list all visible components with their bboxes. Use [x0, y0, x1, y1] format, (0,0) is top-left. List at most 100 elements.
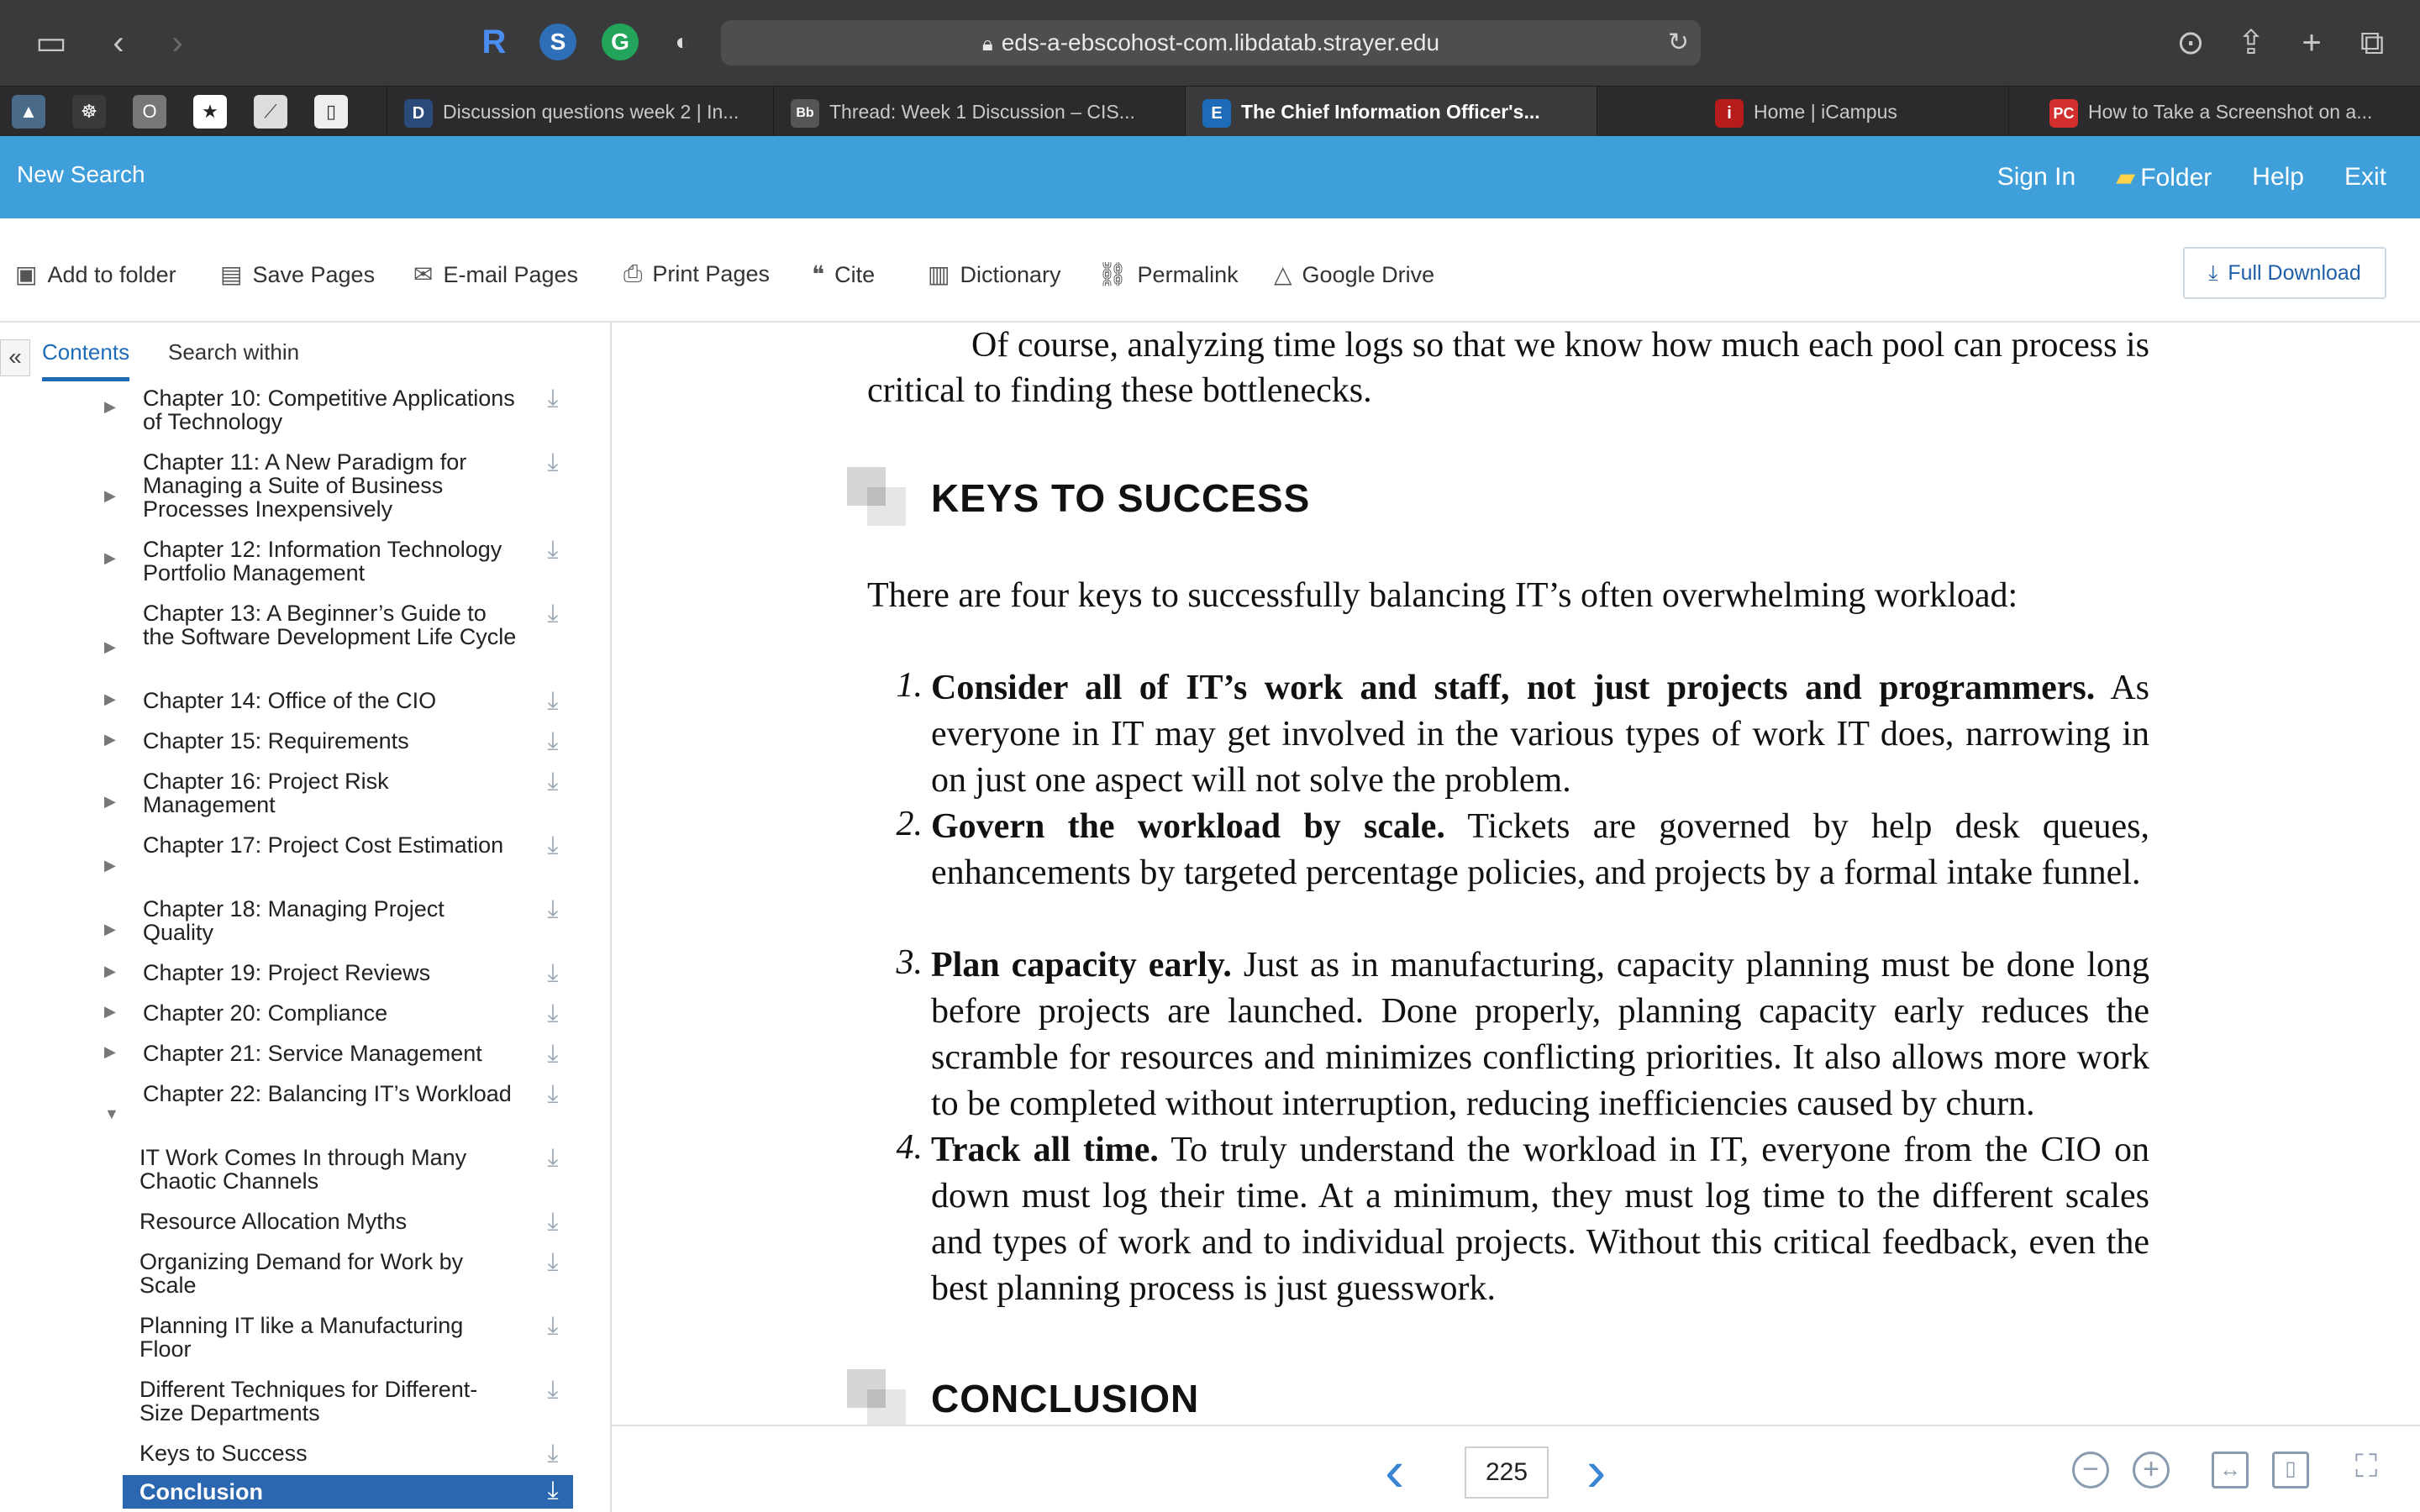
expand-arrow-icon[interactable]: ▶ — [104, 731, 116, 748]
toc-item[interactable]: ▼ Chapter 22: Balancing IT’s Workload ⤓ — [0, 1082, 610, 1132]
expand-arrow-icon[interactable]: ▶ — [104, 690, 116, 708]
reload-icon[interactable]: ↻ — [1668, 20, 1689, 66]
collapse-arrow-icon[interactable]: ▼ — [104, 1105, 119, 1123]
toc-item[interactable]: Planning IT like a Manufacturing Floor ⤓ — [0, 1314, 610, 1364]
toc-item[interactable]: ▶ Chapter 12: Information Technology Port… — [0, 538, 610, 588]
download-chapter-icon[interactable]: ⤓ — [538, 538, 568, 568]
downloads-icon[interactable]: ⊙ — [2170, 22, 2212, 64]
download-chapter-icon[interactable]: ⤓ — [538, 961, 568, 991]
download-section-icon[interactable]: ⤓ — [538, 1478, 568, 1509]
tab-cio-book[interactable]: E The Chief Information Officer's... — [1185, 87, 1597, 137]
expand-arrow-icon[interactable]: ▶ — [104, 921, 116, 938]
cite-button[interactable]: ❝ Cite — [812, 260, 875, 288]
pinned-tab-5[interactable]: ⟋ — [254, 95, 287, 129]
print-pages-button[interactable]: ⎙ Print Pages — [623, 260, 770, 288]
tab-icampus[interactable]: i Home | iCampus — [1597, 87, 2008, 137]
expand-arrow-icon[interactable]: ▶ — [104, 1003, 116, 1021]
expand-arrow-icon[interactable]: ▶ — [104, 549, 116, 567]
toc-item[interactable]: ▶ Chapter 10: Competitive Applications of… — [0, 386, 610, 437]
collapse-sidebar-icon[interactable]: « — [0, 339, 30, 376]
download-chapter-icon[interactable]: ⤓ — [538, 450, 568, 480]
zoom-in-icon[interactable]: + — [2133, 1452, 2170, 1488]
toc-item[interactable]: ▶ Chapter 17: Project Cost Estimation ⤓ — [0, 833, 610, 884]
toc-item[interactable]: Keys to Success ⤓ — [0, 1441, 610, 1472]
save-pages-button[interactable]: ▤ Save Pages — [220, 260, 375, 288]
tab-thread-week1[interactable]: Bb Thread: Week 1 Discussion – CIS... — [773, 87, 1185, 137]
expand-arrow-icon[interactable]: ▶ — [104, 1043, 116, 1061]
tab-screenshot-howto[interactable]: PC How to Take a Screenshot on a... — [2008, 87, 2420, 137]
download-section-icon[interactable]: ⤓ — [538, 1146, 568, 1176]
tab-contents[interactable]: Contents — [42, 339, 130, 381]
back-icon[interactable]: ‹ — [97, 22, 139, 64]
download-section-icon[interactable]: ⤓ — [538, 1250, 568, 1280]
pinned-tab-6[interactable]: ▯ — [314, 95, 348, 129]
download-chapter-icon[interactable]: ⤓ — [538, 601, 568, 632]
next-page-icon[interactable]: › — [1586, 1441, 1606, 1500]
toc-item[interactable]: ▶ Chapter 16: Project Risk Management ⤓ — [0, 769, 610, 820]
toc-item-selected[interactable]: Conclusion ⤓ — [123, 1475, 573, 1509]
fit-width-icon[interactable]: ↔ — [2212, 1452, 2249, 1488]
download-chapter-icon[interactable]: ⤓ — [538, 386, 568, 417]
sidebar-toggle-icon[interactable]: ▭ — [30, 22, 72, 64]
page-number-input[interactable]: 225 — [1465, 1446, 1549, 1499]
download-section-icon[interactable]: ⤓ — [538, 1441, 568, 1472]
pinned-tab-1[interactable]: ▲ — [12, 95, 45, 129]
zoom-out-icon[interactable]: − — [2072, 1452, 2109, 1488]
toc-item[interactable]: ▶ Chapter 19: Project Reviews ⤓ — [0, 961, 610, 991]
r-extension-icon[interactable]: R — [476, 24, 513, 60]
forward-icon[interactable]: › — [156, 22, 198, 64]
fit-page-icon[interactable]: ▯ — [2272, 1452, 2309, 1488]
new-tab-icon[interactable]: + — [2291, 22, 2333, 64]
toc-item[interactable]: IT Work Comes In through Many Chaotic Ch… — [0, 1146, 610, 1196]
expand-arrow-icon[interactable]: ▶ — [104, 963, 116, 980]
toc-item[interactable]: Different Techniques for Different- Size… — [0, 1378, 610, 1428]
toc-item[interactable]: ▶ Chapter 11: A New Paradigm for Managing… — [0, 450, 610, 526]
full-download-button[interactable]: ⤓ Full Download — [2183, 247, 2386, 299]
address-bar[interactable]: 🔒︎ eds-a-ebscohost-com.libdatab.strayer.e… — [721, 20, 1701, 66]
expand-arrow-icon[interactable]: ▶ — [104, 487, 116, 505]
download-chapter-icon[interactable]: ⤓ — [538, 769, 568, 800]
tab-search-within[interactable]: Search within — [168, 339, 299, 365]
pinned-tab-3[interactable]: O — [133, 95, 166, 129]
download-chapter-icon[interactable]: ⤓ — [538, 1042, 568, 1072]
email-pages-button[interactable]: ✉ E-mail Pages — [413, 260, 578, 288]
pinned-tab-4[interactable]: ★ — [193, 95, 227, 129]
shield-extension-icon[interactable]: ◐ — [664, 24, 701, 60]
share-icon[interactable]: ⇪ — [2230, 22, 2272, 64]
pinned-tab-2[interactable]: ☸ — [72, 95, 106, 129]
download-chapter-icon[interactable]: ⤓ — [538, 1001, 568, 1032]
toc-item[interactable]: ▶ Chapter 20: Compliance ⤓ — [0, 1001, 610, 1032]
download-chapter-icon[interactable]: ⤓ — [538, 729, 568, 759]
download-section-icon[interactable]: ⤓ — [538, 1210, 568, 1240]
tab-discussion-questions[interactable]: D Discussion questions week 2 | In... — [387, 87, 773, 137]
download-chapter-icon[interactable]: ⤓ — [538, 897, 568, 927]
expand-arrow-icon[interactable]: ▶ — [104, 857, 116, 874]
download-section-icon[interactable]: ⤓ — [538, 1314, 568, 1344]
exit-link[interactable]: Exit — [2344, 163, 2386, 192]
toc-item[interactable]: ▶ Chapter 13: A Beginner’s Guide to the S… — [0, 601, 610, 677]
expand-arrow-icon[interactable]: ▶ — [104, 793, 116, 811]
folder-link[interactable]: ▰ Folder — [2116, 163, 2212, 192]
toc-item[interactable]: ▶ Chapter 14: Office of the CIO ⤓ — [0, 689, 610, 717]
dictionary-button[interactable]: ▥ Dictionary — [928, 260, 1061, 288]
toc-item[interactable]: ▶ Chapter 18: Managing Project Quality ⤓ — [0, 897, 610, 948]
sign-in-link[interactable]: Sign In — [1997, 163, 2075, 192]
expand-arrow-icon[interactable]: ▶ — [104, 398, 116, 416]
previous-page-icon[interactable]: ‹ — [1385, 1441, 1404, 1500]
toc-item[interactable]: Resource Allocation Myths ⤓ — [0, 1210, 610, 1240]
expand-arrow-icon[interactable]: ▶ — [104, 638, 116, 656]
new-search-link[interactable]: New Search — [17, 161, 145, 188]
s-extension-icon[interactable]: S — [539, 24, 576, 60]
toc-item[interactable]: ▶ Chapter 21: Service Management ⤓ — [0, 1042, 610, 1072]
toc-item[interactable]: Organizing Demand for Work by Scale ⤓ — [0, 1250, 610, 1300]
tab-overview-icon[interactable]: ⧉ — [2351, 22, 2393, 64]
fullscreen-icon[interactable]: ⛶ — [2348, 1451, 2385, 1488]
download-chapter-icon[interactable]: ⤓ — [538, 833, 568, 864]
download-chapter-icon[interactable]: ⤓ — [538, 1082, 568, 1112]
permalink-button[interactable]: ⛓ Permalink — [1097, 260, 1239, 288]
google-drive-button[interactable]: △ Google Drive — [1274, 260, 1434, 288]
toc-item[interactable]: ▶ Chapter 15: Requirements ⤓ — [0, 729, 610, 759]
download-section-icon[interactable]: ⤓ — [538, 1378, 568, 1408]
add-to-folder-button[interactable]: ▣ Add to folder — [15, 260, 176, 288]
grammarly-extension-icon[interactable]: G — [602, 24, 639, 60]
